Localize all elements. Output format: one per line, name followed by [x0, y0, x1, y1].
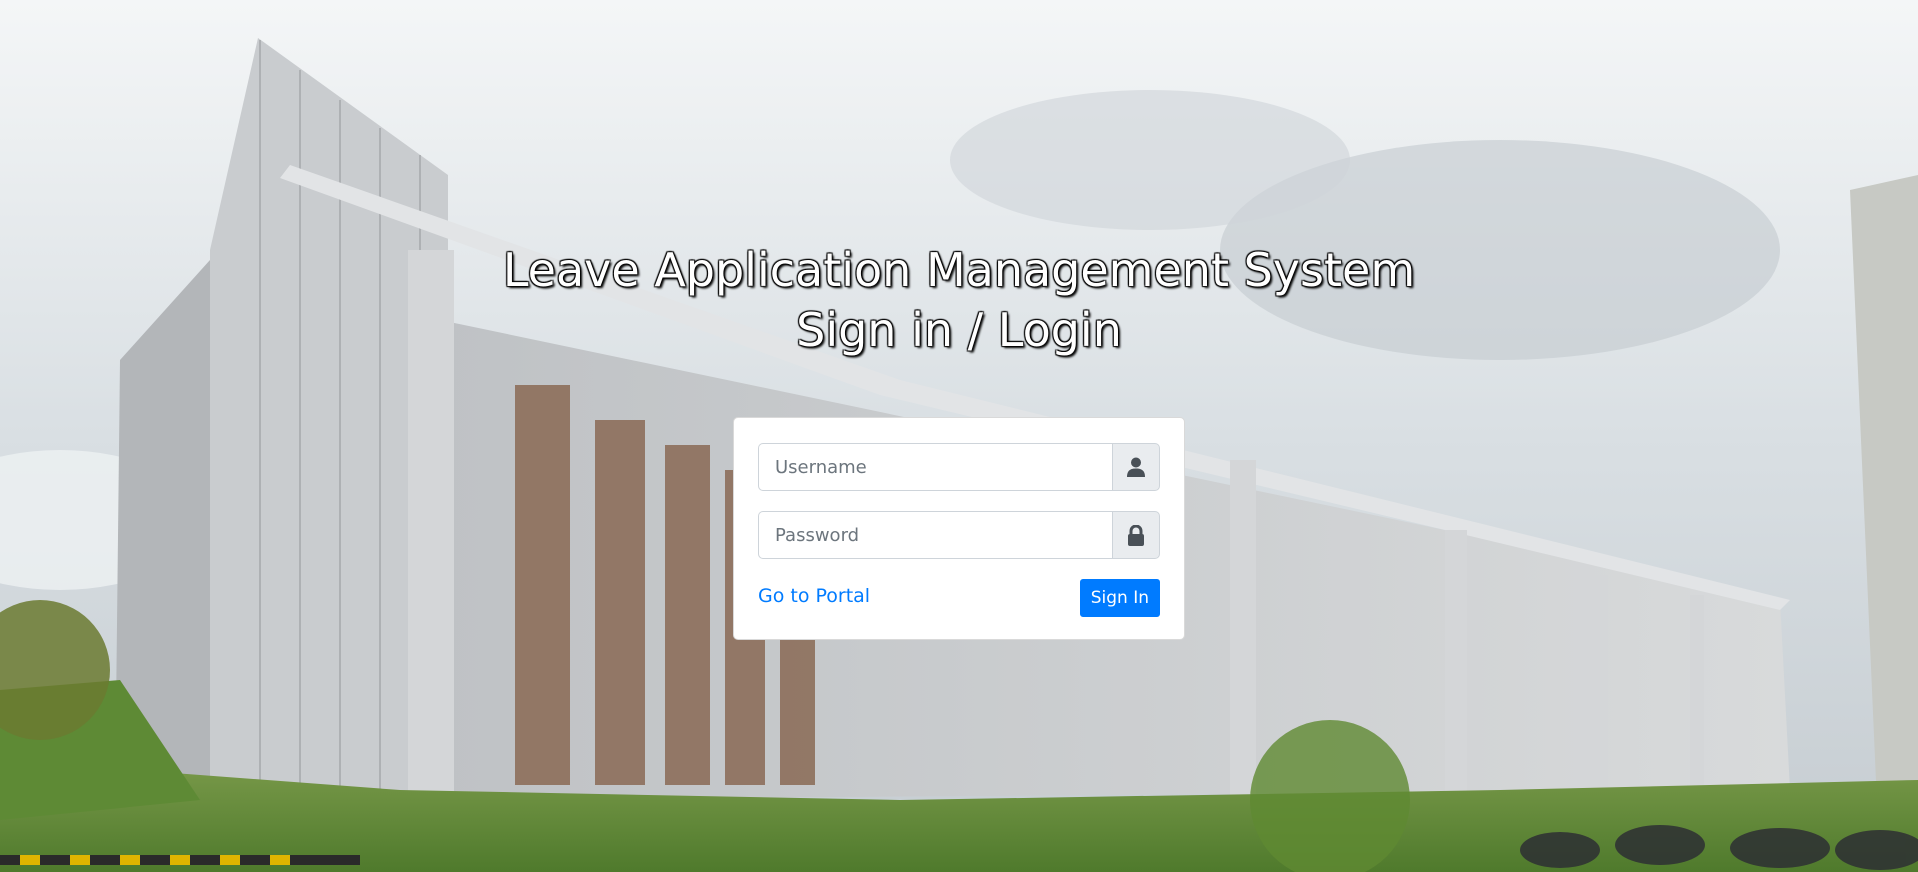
username-input[interactable] — [758, 443, 1112, 491]
login-actions: Go to Portal Sign In — [758, 579, 1160, 617]
user-icon — [1127, 457, 1145, 477]
login-page: Leave Application Management System Sign… — [0, 0, 1918, 872]
go-to-portal-link[interactable]: Go to Portal — [758, 585, 870, 607]
login-subtitle: Sign in / Login — [796, 303, 1122, 357]
password-group — [758, 511, 1160, 559]
username-addon — [1112, 443, 1160, 491]
username-group — [758, 443, 1160, 491]
sign-in-button[interactable]: Sign In — [1079, 579, 1160, 617]
lock-icon — [1128, 524, 1144, 546]
page-heading: Leave Application Management System Sign… — [0, 240, 1918, 360]
login-card: Go to Portal Sign In — [733, 417, 1185, 640]
password-input[interactable] — [758, 511, 1112, 559]
app-title: Leave Application Management System — [502, 243, 1416, 297]
password-addon — [1112, 511, 1160, 559]
